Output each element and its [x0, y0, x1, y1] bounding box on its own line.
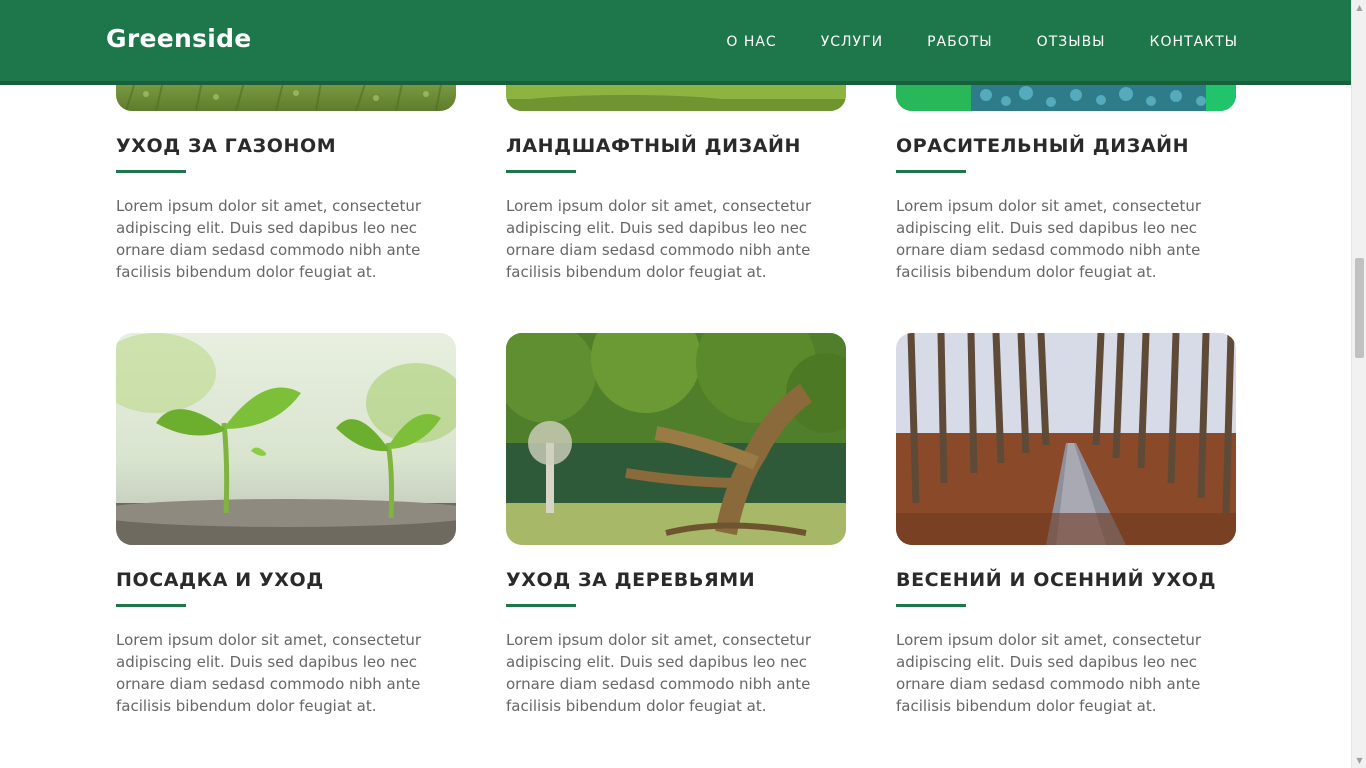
service-title: ВЕСЕНИЙ И ОСЕННИЙ УХОД: [896, 569, 1217, 591]
title-underline: [116, 604, 186, 607]
service-card-planting: ПОСАДКА И УХОД Lorem ipsum dolor sit ame…: [116, 333, 456, 715]
service-title: УХОД ЗА ДЕРЕВЬЯМИ: [506, 569, 756, 591]
service-title: ЛАНДШАФТНЫЙ ДИЗАЙН: [506, 135, 802, 157]
title-underline: [116, 170, 186, 173]
old-tree-photo: [506, 333, 846, 545]
title-underline: [506, 604, 576, 607]
service-description: Lorem ipsum dolor sit amet, consectetur …: [506, 631, 812, 715]
service-title: ОРАСИТЕЛЬНЫЙ ДИЗАЙН: [896, 135, 1190, 157]
service-title: ПОСАДКА И УХОД: [116, 569, 324, 591]
service-card-seasonal: ВЕСЕНИЙ И ОСЕННИЙ УХОД Lorem ipsum dolor…: [896, 333, 1236, 715]
scrollbar-thumb[interactable]: [1355, 258, 1364, 358]
main-nav: О НАС УСЛУГИ РАБОТЫ ОТЗЫВЫ КОНТАКТЫ: [682, 34, 1238, 50]
brand-logo[interactable]: Greenside: [106, 24, 252, 53]
nav-item-works[interactable]: РАБОТЫ: [927, 34, 993, 50]
vertical-scrollbar[interactable]: ▲ ▼: [1351, 0, 1366, 768]
scroll-down-icon[interactable]: ▼: [1355, 756, 1364, 765]
nav-item-about[interactable]: О НАС: [726, 34, 776, 50]
service-card-trees: УХОД ЗА ДЕРЕВЬЯМИ Lorem ipsum dolor sit …: [506, 333, 846, 715]
service-description: Lorem ipsum dolor sit amet, consectetur …: [506, 197, 812, 281]
service-title: УХОД ЗА ГАЗОНОМ: [116, 135, 337, 157]
nav-item-contacts[interactable]: КОНТАКТЫ: [1150, 34, 1238, 50]
title-underline: [506, 170, 576, 173]
nav-item-reviews[interactable]: ОТЗЫВЫ: [1037, 34, 1106, 50]
scroll-up-icon[interactable]: ▲: [1355, 3, 1364, 12]
site-header: Greenside О НАС УСЛУГИ РАБОТЫ ОТЗЫВЫ КОН…: [0, 0, 1351, 85]
service-description: Lorem ipsum dolor sit amet, consectetur …: [116, 631, 422, 715]
service-description: Lorem ipsum dolor sit amet, consectetur …: [116, 197, 422, 281]
title-underline: [896, 604, 966, 607]
service-description: Lorem ipsum dolor sit amet, consectetur …: [896, 197, 1202, 281]
service-description: Lorem ipsum dolor sit amet, consectetur …: [896, 631, 1202, 715]
page-viewport: УХОД ЗА ГАЗОНОМ Lorem ipsum dolor sit am…: [0, 0, 1351, 768]
title-underline: [896, 170, 966, 173]
nav-item-services[interactable]: УСЛУГИ: [821, 34, 883, 50]
autumn-alley-photo: [896, 333, 1236, 545]
seedlings-photo: [116, 333, 456, 545]
